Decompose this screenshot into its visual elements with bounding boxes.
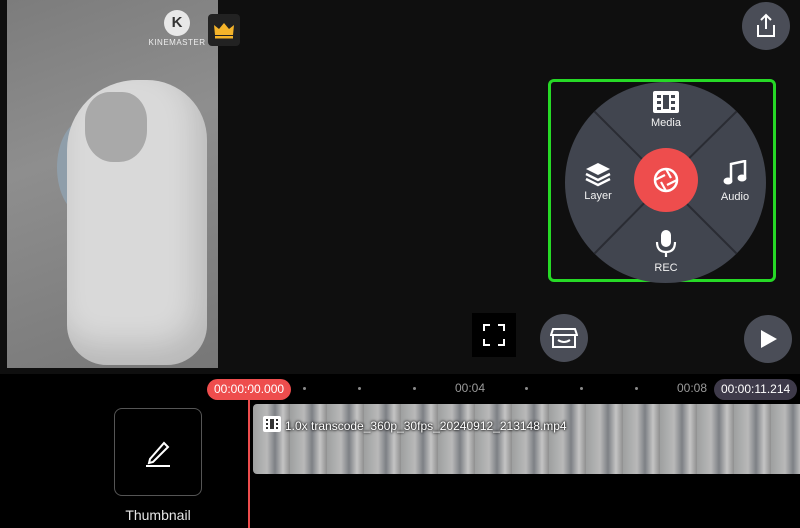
ruler-dot xyxy=(580,387,583,390)
ruler-dot xyxy=(358,387,361,390)
audio-icon xyxy=(723,160,747,185)
media-icon xyxy=(653,91,679,113)
thumbnail-label: Thumbnail xyxy=(125,507,191,523)
media-button[interactable]: Media xyxy=(636,90,696,129)
clip-filename: 1.0x transcode_360p_30fps_20240912_21314… xyxy=(285,419,567,433)
thumbnail-button[interactable] xyxy=(114,408,202,496)
video-clip[interactable] xyxy=(253,404,800,474)
audio-button[interactable]: Audio xyxy=(705,160,765,203)
shutter-icon xyxy=(653,167,679,193)
premium-crown-button[interactable] xyxy=(208,14,240,46)
total-time: 00:00:11.214 xyxy=(714,379,798,400)
preview-cat-head xyxy=(85,92,147,162)
share-button[interactable] xyxy=(742,2,790,50)
share-icon xyxy=(757,13,775,37)
rec-label: REC xyxy=(654,262,678,274)
crown-icon xyxy=(214,23,234,39)
layer-label: Layer xyxy=(584,190,612,202)
time-ruler[interactable]: 00:00:00.000 00:04 00:08 00:00:11.214 xyxy=(0,374,800,402)
play-icon xyxy=(761,330,777,348)
capture-button[interactable] xyxy=(634,148,698,212)
video-preview[interactable] xyxy=(7,0,218,368)
ruler-dot xyxy=(635,387,638,390)
store-icon xyxy=(550,328,578,348)
layer-button[interactable]: Layer xyxy=(568,161,628,202)
kinemaster-watermark: K KINEMASTER xyxy=(148,10,206,47)
rec-button[interactable]: REC xyxy=(636,229,696,274)
asset-store-button[interactable] xyxy=(540,314,588,362)
ruler-dot xyxy=(413,387,416,390)
tick-label-4s: 00:04 xyxy=(455,381,486,395)
mic-icon xyxy=(655,230,677,257)
kinemaster-logo-text: KINEMASTER xyxy=(148,38,206,47)
fullscreen-icon xyxy=(483,324,505,346)
fullscreen-button[interactable] xyxy=(472,313,516,357)
playhead[interactable] xyxy=(248,390,250,528)
pencil-icon xyxy=(146,441,170,467)
film-icon xyxy=(263,416,281,432)
ruler-dot xyxy=(303,387,306,390)
media-label: Media xyxy=(651,117,681,129)
audio-label: Audio xyxy=(720,191,750,203)
ruler-dot xyxy=(525,387,528,390)
kinemaster-logo-icon: K xyxy=(164,10,190,36)
tick-label-8s: 00:08 xyxy=(677,381,708,395)
play-button[interactable] xyxy=(744,315,792,363)
layer-icon xyxy=(585,163,611,187)
